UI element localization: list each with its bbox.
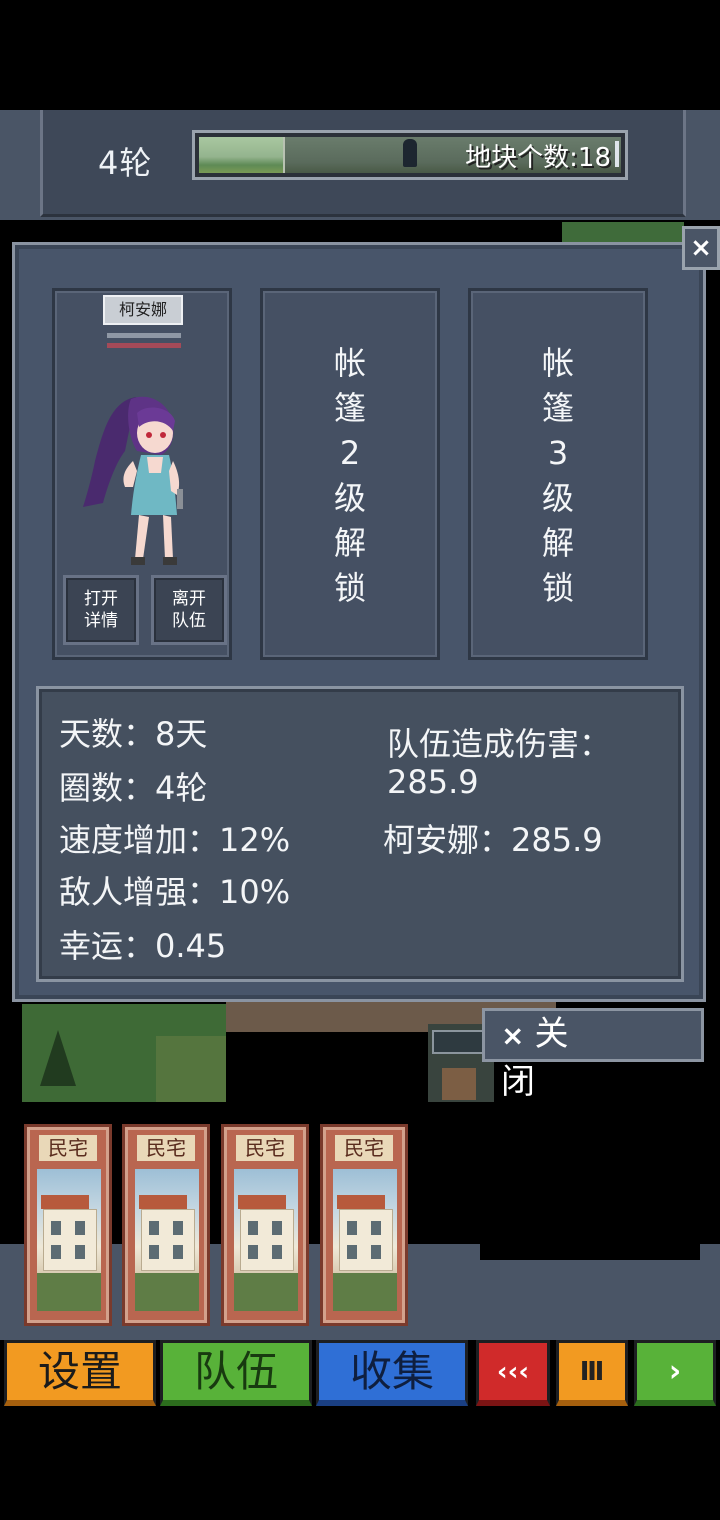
character-portrait	[83, 396, 183, 565]
hp-bar	[107, 333, 181, 338]
card-title: 民宅	[236, 1135, 294, 1161]
loop-progress-fill	[199, 137, 283, 173]
stat-enemy-boost: 敌人增强：10%	[59, 873, 291, 911]
house-card-image	[37, 1169, 101, 1311]
settings-button[interactable]: 设置	[4, 1340, 156, 1406]
pause-button[interactable]: Ⅲ	[556, 1340, 628, 1406]
stat-days: 天数：8天	[59, 715, 208, 753]
map-grass-strip	[562, 222, 684, 244]
locked-slot-text: 帐 篷 3 级 解 锁	[541, 344, 574, 607]
character-name: 柯安娜	[103, 295, 183, 325]
character-slot-kenna: 柯安娜 打开 详情 离开 队伍	[52, 288, 232, 660]
house-card-image	[135, 1169, 199, 1311]
house-card[interactable]: 民宅	[320, 1124, 408, 1326]
progress-end-marker	[615, 141, 619, 167]
stat-speed-bonus: 速度增加：12%	[59, 821, 291, 859]
card-title: 民宅	[137, 1135, 195, 1161]
house-door	[442, 1068, 476, 1100]
locked-slot-tent-2: 帐 篷 2 级 解 锁	[260, 288, 440, 660]
close-button[interactable]: × 关闭	[482, 1008, 704, 1102]
locked-slot-text: 帐 篷 2 级 解 锁	[333, 344, 366, 607]
card-title: 民宅	[39, 1135, 97, 1161]
team-button[interactable]: 队伍	[160, 1340, 312, 1406]
tile-count: 地块个数:18	[465, 143, 611, 173]
stat-rounds: 圈数：4轮	[59, 769, 208, 807]
hero-marker-icon	[403, 139, 417, 167]
team-damage-value: 285.9	[387, 763, 479, 801]
open-details-label: 打开 详情	[84, 589, 118, 631]
leave-team-label: 离开 队伍	[172, 589, 206, 631]
collect-button[interactable]: 收集	[316, 1340, 468, 1406]
house-card[interactable]: 民宅	[24, 1124, 112, 1326]
loop-progress-bar: 地块个数:18	[192, 130, 628, 180]
leave-team-button[interactable]: 离开 队伍	[151, 575, 227, 645]
locked-slot-tent-3: 帐 篷 3 级 解 锁	[468, 288, 648, 660]
round-counter: 4轮	[98, 144, 153, 182]
stat-luck: 幸运：0.45	[59, 927, 227, 965]
hand-area-notch	[480, 1244, 700, 1260]
map-forest-tile	[22, 1004, 226, 1102]
house-card[interactable]: 民宅	[221, 1124, 309, 1326]
open-details-button[interactable]: 打开 详情	[63, 575, 139, 645]
map-grass-patch	[156, 1036, 226, 1102]
card-title: 民宅	[335, 1135, 393, 1161]
rewind-button[interactable]: ‹‹‹	[476, 1340, 550, 1406]
house-card-image	[333, 1169, 397, 1311]
close-icon: ×	[501, 1019, 527, 1052]
member-damage: 柯安娜：285.9	[383, 821, 603, 859]
stats-panel: 天数：8天 圈数：4轮 速度增加：12% 敌人增强：10% 幸运：0.45 队伍…	[36, 686, 684, 982]
next-button[interactable]: ›	[634, 1340, 716, 1406]
tree-icon	[40, 1030, 76, 1086]
house-card-image	[234, 1169, 298, 1311]
team-damage-label: 队伍造成伤害：	[387, 725, 612, 763]
house-card[interactable]: 民宅	[122, 1124, 210, 1326]
mp-bar	[107, 343, 181, 348]
close-icon[interactable]: ×	[682, 226, 720, 270]
